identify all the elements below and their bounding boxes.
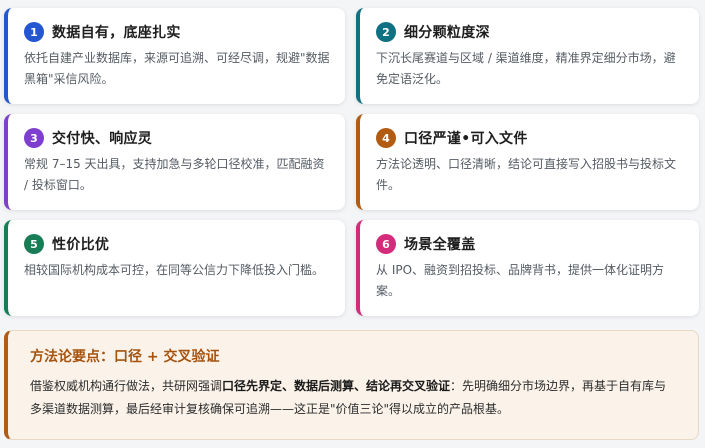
methodology-callout: 方法论要点：口径 + 交叉验证 借鉴权威机构通行做法，共研网强调口径先界定、数据… [4, 330, 699, 440]
advantage-card-fast-delivery: 3 交付快、响应灵 常规 7–15 天出具，支持加急与多轮口径校准，匹配融资 /… [4, 114, 345, 210]
advantage-card-data-ownership: 1 数据自有，底座扎实 依托自建产业数据库，来源可追溯、可经尽调，规避"数据黑箱… [4, 8, 345, 104]
card-description: 依托自建产业数据库，来源可追溯、可经尽调，规避"数据黑箱"采信风险。 [24, 51, 330, 86]
number-badge: 1 [24, 22, 44, 42]
methodology-text: 借鉴权威机构通行做法，共研网强调口径先界定、数据后测算、结论再交叉验证：先明确细… [30, 375, 678, 421]
card-description: 相较国际机构成本可控，在同等公信力下降低投入门槛。 [24, 263, 325, 277]
advantage-card-full-coverage: 6 场景全覆盖 从 IPO、融资到招投标、品牌背书，提供一体化证明方案。 [356, 220, 699, 316]
number-badge: 2 [376, 22, 396, 42]
methodology-text-emphasis: 口径先界定、数据后测算、结论再交叉验证 [222, 379, 451, 393]
card-description: 下沉长尾赛道与区域 / 渠道维度，精准界定细分市场，避免定语泛化。 [376, 51, 676, 86]
card-description: 从 IPO、融资到招投标、品牌背书，提供一体化证明方案。 [376, 263, 665, 298]
number-badge: 5 [24, 234, 44, 254]
card-title: 口径严谨•可入文件 [404, 131, 528, 147]
card-title: 性价比优 [52, 237, 110, 253]
methodology-text-lead: 借鉴权威机构通行做法，共研网强调 [30, 379, 223, 393]
number-badge: 4 [376, 128, 396, 148]
card-description: 常规 7–15 天出具，支持加急与多轮口径校准，匹配融资 / 投标窗口。 [24, 157, 325, 192]
methodology-title: 方法论要点：口径 + 交叉验证 [30, 349, 220, 365]
card-title: 交付快、响应灵 [52, 131, 153, 147]
number-badge: 6 [376, 234, 396, 254]
advantage-card-granularity: 2 细分颗粒度深 下沉长尾赛道与区域 / 渠道维度，精准界定细分市场，避免定语泛… [356, 8, 699, 104]
card-title: 细分颗粒度深 [404, 25, 490, 41]
card-title: 场景全覆盖 [404, 237, 476, 253]
number-badge: 3 [24, 128, 44, 148]
advantage-card-rigorous-caliber: 4 口径严谨•可入文件 方法论透明、口径清晰，结论可直接写入招股书与投标文件。 [356, 114, 699, 210]
card-title: 数据自有，底座扎实 [52, 25, 181, 41]
card-description: 方法论透明、口径清晰，结论可直接写入招股书与投标文件。 [376, 157, 677, 192]
advantage-card-cost-effective: 5 性价比优 相较国际机构成本可控，在同等公信力下降低投入门槛。 [4, 220, 345, 316]
